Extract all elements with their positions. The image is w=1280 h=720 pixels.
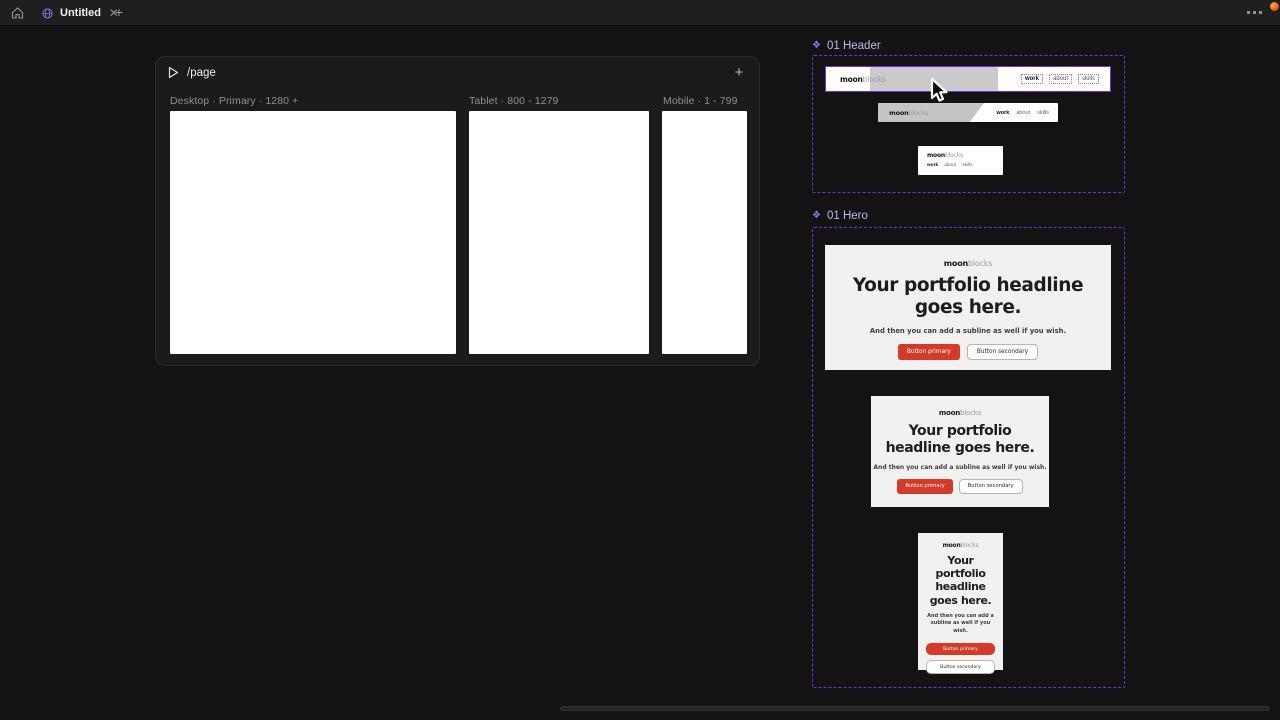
mouse-cursor-icon <box>925 77 951 110</box>
section-label-hero[interactable]: ❖ 01 Hero <box>812 210 868 222</box>
canvas-frame-tablet[interactable] <box>469 111 649 354</box>
button-primary[interactable]: Button primary <box>926 643 995 656</box>
add-breakpoint-button[interactable]: + <box>731 64 747 81</box>
button-primary[interactable]: Button primary <box>897 344 960 361</box>
header-nav: work about skills <box>996 110 1049 116</box>
page-title[interactable]: /page <box>187 67 216 79</box>
button-secondary[interactable]: Button secondary <box>958 478 1023 494</box>
moonblocks-logo: moonblocks <box>927 152 963 159</box>
header-variant-tablet[interactable]: moonblocks work about skills <box>878 103 1058 122</box>
hero-buttons: Button primary Button secondary <box>897 478 1023 494</box>
header-nav: work about skills <box>927 163 973 168</box>
hero-subline: And then you can add a subline as well i… <box>869 327 1067 336</box>
section-label-header[interactable]: ❖ 01 Header <box>812 40 881 52</box>
component-icon: ❖ <box>812 210 821 221</box>
hero-subline: And then you can add a subline as well i… <box>873 463 1047 471</box>
page-panel: /page + Desktop · Primary · 1280 + Table… <box>155 56 760 366</box>
breakpoint-label-tablet[interactable]: Tablet · 800 - 1279 <box>469 95 558 107</box>
hero-headline: Your portfolio headline goes here. <box>885 423 1035 456</box>
overflow-menu-icon[interactable] <box>1247 11 1262 14</box>
globe-icon <box>42 7 53 19</box>
header-variant-mobile[interactable]: moonblocks work about skills <box>918 146 1003 175</box>
new-tab-button[interactable]: + <box>110 4 128 22</box>
notification-dot <box>1270 2 1279 11</box>
page-panel-header: /page + <box>156 57 759 91</box>
moonblocks-logo: moonblocks <box>938 409 982 417</box>
moonblocks-logo: moonblocks <box>943 259 993 268</box>
moonblocks-logo: moonblocks <box>942 542 979 549</box>
home-button[interactable] <box>8 5 26 21</box>
nav-item-work[interactable]: work <box>996 110 1009 116</box>
nav-item-skills[interactable]: skills <box>962 163 972 168</box>
nav-item-about[interactable]: about <box>944 163 956 168</box>
breakpoint-label-mobile[interactable]: Mobile · 1 - 799 <box>663 95 738 107</box>
section-label-text: 01 Hero <box>826 210 868 222</box>
tab-title: Untitled <box>60 7 101 19</box>
button-secondary[interactable]: Button secondary <box>926 660 995 675</box>
nav-item-work[interactable]: work <box>1020 74 1043 84</box>
header-nav: work about skills <box>1020 74 1099 84</box>
canvas-frame-desktop[interactable] <box>170 111 456 354</box>
hero-subline: And then you can add a subline as well i… <box>927 612 994 634</box>
nav-item-work[interactable]: work <box>927 163 938 168</box>
hero-buttons: Button primary Button secondary <box>926 643 995 675</box>
hero-variant-tablet[interactable]: moonblocks Your portfolio headline goes … <box>871 396 1049 507</box>
hero-headline: Your portfolio headline goes here. <box>929 554 992 607</box>
moonblocks-logo: moonblocks <box>889 109 928 117</box>
nav-item-about[interactable]: about <box>1048 74 1072 84</box>
home-icon <box>11 7 23 19</box>
play-icon[interactable] <box>168 66 179 84</box>
hero-headline: Your portfolio headline goes here. <box>852 275 1084 319</box>
nav-item-about[interactable]: about <box>1016 110 1030 116</box>
breakpoint-label-desktop[interactable]: Desktop · Primary · 1280 + <box>170 95 298 107</box>
nav-item-skills[interactable]: skills <box>1078 74 1099 84</box>
component-icon: ❖ <box>812 40 821 51</box>
section-label-text: 01 Header <box>826 40 881 52</box>
hero-buttons: Button primary Button secondary <box>897 344 1039 361</box>
hero-variant-desktop[interactable]: moonblocks Your portfolio headline goes … <box>825 245 1111 370</box>
nav-item-skills[interactable]: skills <box>1037 110 1049 116</box>
header-variant-desktop[interactable]: moonblocks work about skills <box>825 66 1111 92</box>
hero-variant-mobile[interactable]: moonblocks Your portfolio headline goes … <box>918 533 1003 675</box>
topbar: Untitled ✕ + <box>0 0 1280 26</box>
horizontal-scrollbar[interactable] <box>560 706 1270 711</box>
button-secondary[interactable]: Button secondary <box>966 344 1039 361</box>
button-primary[interactable]: Button primary <box>897 478 953 494</box>
canvas-frame-mobile[interactable] <box>662 111 747 354</box>
